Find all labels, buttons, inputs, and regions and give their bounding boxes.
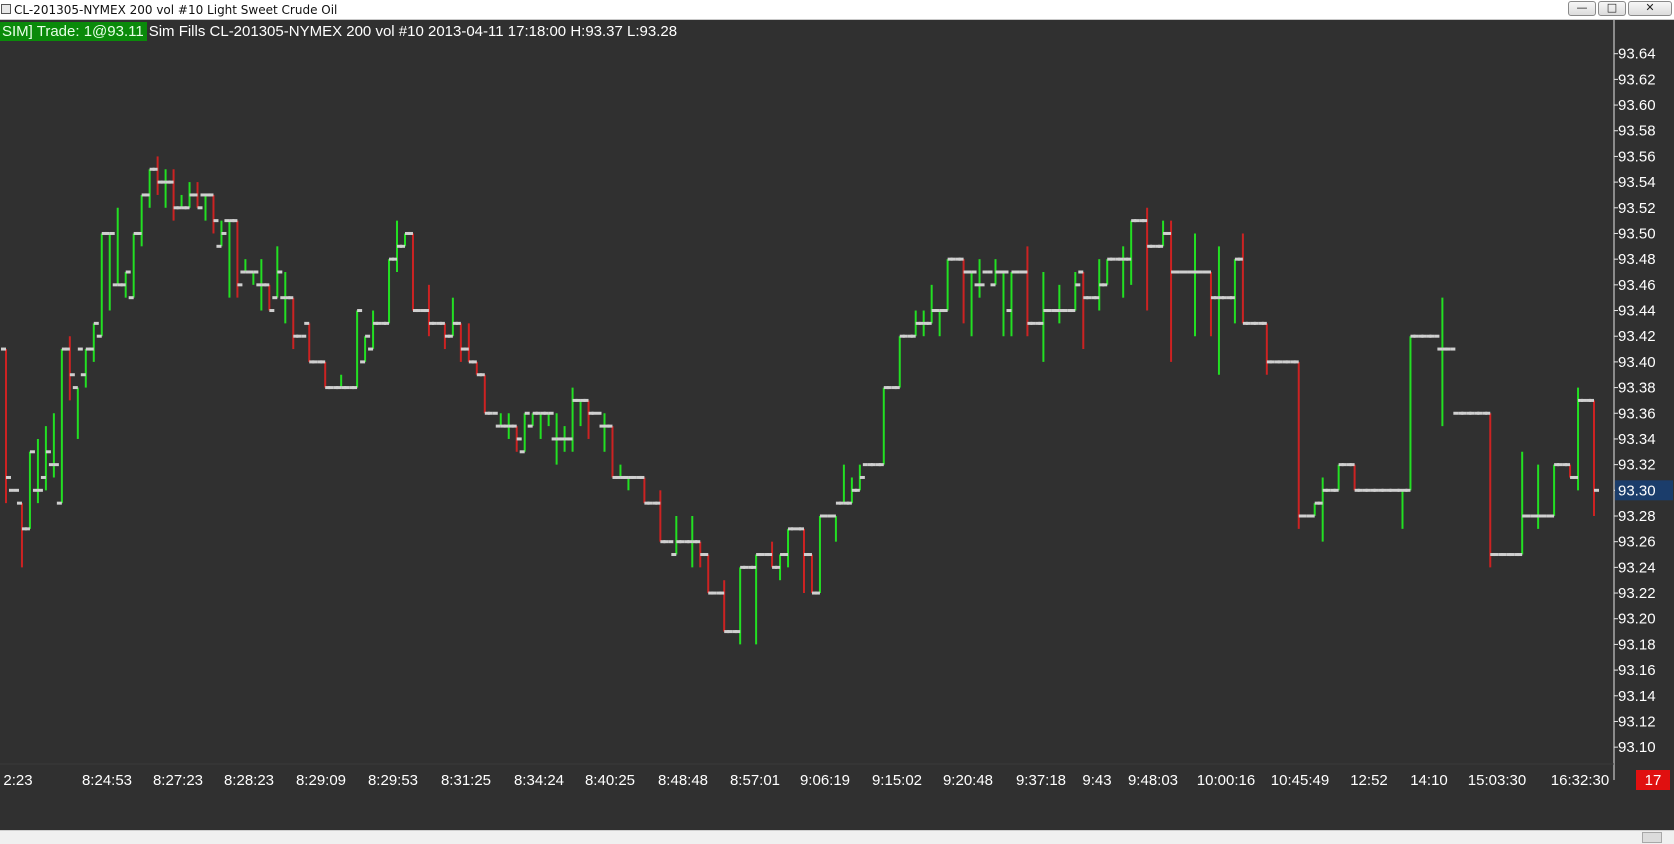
time-tick-label: 9:43 [1082, 772, 1111, 789]
price-tick-label: 93.58 [1618, 123, 1656, 140]
minimize-button[interactable]: — [1568, 1, 1596, 16]
price-tick-label: 93.52 [1618, 200, 1656, 217]
price-marker-label: 93.30 [1618, 482, 1656, 499]
price-tick-label: 93.16 [1618, 662, 1656, 679]
price-tick-label: 93.46 [1618, 277, 1656, 294]
price-tick-label: 93.34 [1618, 431, 1656, 448]
price-tick-label: 93.20 [1618, 611, 1656, 628]
instrument-info: Sim Fills CL-201305-NYMEX 200 vol #10 20… [148, 23, 678, 40]
time-tick-label: 8:48:48 [658, 772, 708, 789]
time-tick-label: 8:40:25 [585, 772, 635, 789]
price-tick-label: 93.62 [1618, 71, 1656, 88]
price-tick-label: 93.28 [1618, 508, 1656, 525]
window-title: CL-201305-NYMEX 200 vol #10 Light Sweet … [14, 3, 338, 17]
status-strip: SIM] Trade: 1@93.11 Sim Fills CL-201305-N… [0, 22, 677, 41]
time-tick-label: 15:03:30 [1468, 772, 1526, 789]
time-tick-label: 8:29:09 [296, 772, 346, 789]
price-tick-label: 93.26 [1618, 534, 1656, 551]
price-tick-label: 93.24 [1618, 559, 1656, 576]
price-tick-label: 93.14 [1618, 688, 1656, 705]
chart-background [0, 20, 1674, 830]
price-tick-label: 93.48 [1618, 251, 1656, 268]
price-tick-label: 93.60 [1618, 97, 1656, 114]
price-tick-label: 93.42 [1618, 328, 1656, 345]
price-tick-label: 93.32 [1618, 457, 1656, 474]
price-marker: 93.30 [1615, 480, 1673, 501]
price-tick-label: 93.40 [1618, 354, 1656, 371]
title-bar: CL-201305-NYMEX 200 vol #10 Light Sweet … [0, 0, 1674, 20]
time-tick-label: 8:31:25 [441, 772, 491, 789]
bar-count-badge: 17 [1636, 770, 1670, 790]
price-tick-label: 93.36 [1618, 405, 1656, 422]
scrollbar-thumb[interactable] [1642, 832, 1662, 843]
time-tick-label: 8:27:23 [153, 772, 203, 789]
price-tick-label: 93.50 [1618, 225, 1656, 242]
time-tick-label: 9:48:03 [1128, 772, 1178, 789]
price-tick-label: 93.56 [1618, 148, 1656, 165]
time-tick-label: 8:29:53 [368, 772, 418, 789]
price-tick-label: 93.64 [1618, 46, 1656, 63]
price-tick-label: 93.10 [1618, 739, 1656, 756]
app-icon [1, 4, 11, 14]
time-tick-label: 10:45:49 [1271, 772, 1329, 789]
time-tick-label: 9:15:02 [872, 772, 922, 789]
time-tick-label: 9:37:18 [1016, 772, 1066, 789]
price-chart[interactable]: 93.10 93.12 93.14 93.16 93.18 93.20 93.22 93.24… [0, 20, 1674, 830]
time-tick-label: 12:52 [1350, 772, 1388, 789]
time-tick-label: 8:34:24 [514, 772, 564, 789]
maximize-button[interactable]: □ [1598, 1, 1626, 16]
price-tick-label: 93.22 [1618, 585, 1656, 602]
price-tick-label: 93.38 [1618, 380, 1656, 397]
time-tick-label: 9:20:48 [943, 772, 993, 789]
time-tick-label: 9:06:19 [800, 772, 850, 789]
time-tick-label: 8:24:53 [82, 772, 132, 789]
price-tick-label: 93.12 [1618, 713, 1656, 730]
price-tick-label: 93.18 [1618, 636, 1656, 653]
time-tick-label: 14:10 [1410, 772, 1448, 789]
bar-count-label: 17 [1645, 772, 1662, 789]
price-tick-label: 93.44 [1618, 303, 1656, 320]
time-tick-label: 8:28:23 [224, 772, 274, 789]
time-tick-label: 10:00:16 [1197, 772, 1255, 789]
price-tick-label: 93.54 [1618, 174, 1656, 191]
time-tick-label: 16:32:30 [1551, 772, 1609, 789]
close-button[interactable]: ✕ [1628, 1, 1672, 16]
horizontal-scrollbar[interactable] [0, 830, 1674, 844]
trade-badge[interactable]: SIM] Trade: 1@93.11 [0, 22, 147, 41]
time-tick-label: 2:23 [3, 772, 32, 789]
time-tick-label: 8:57:01 [730, 772, 780, 789]
